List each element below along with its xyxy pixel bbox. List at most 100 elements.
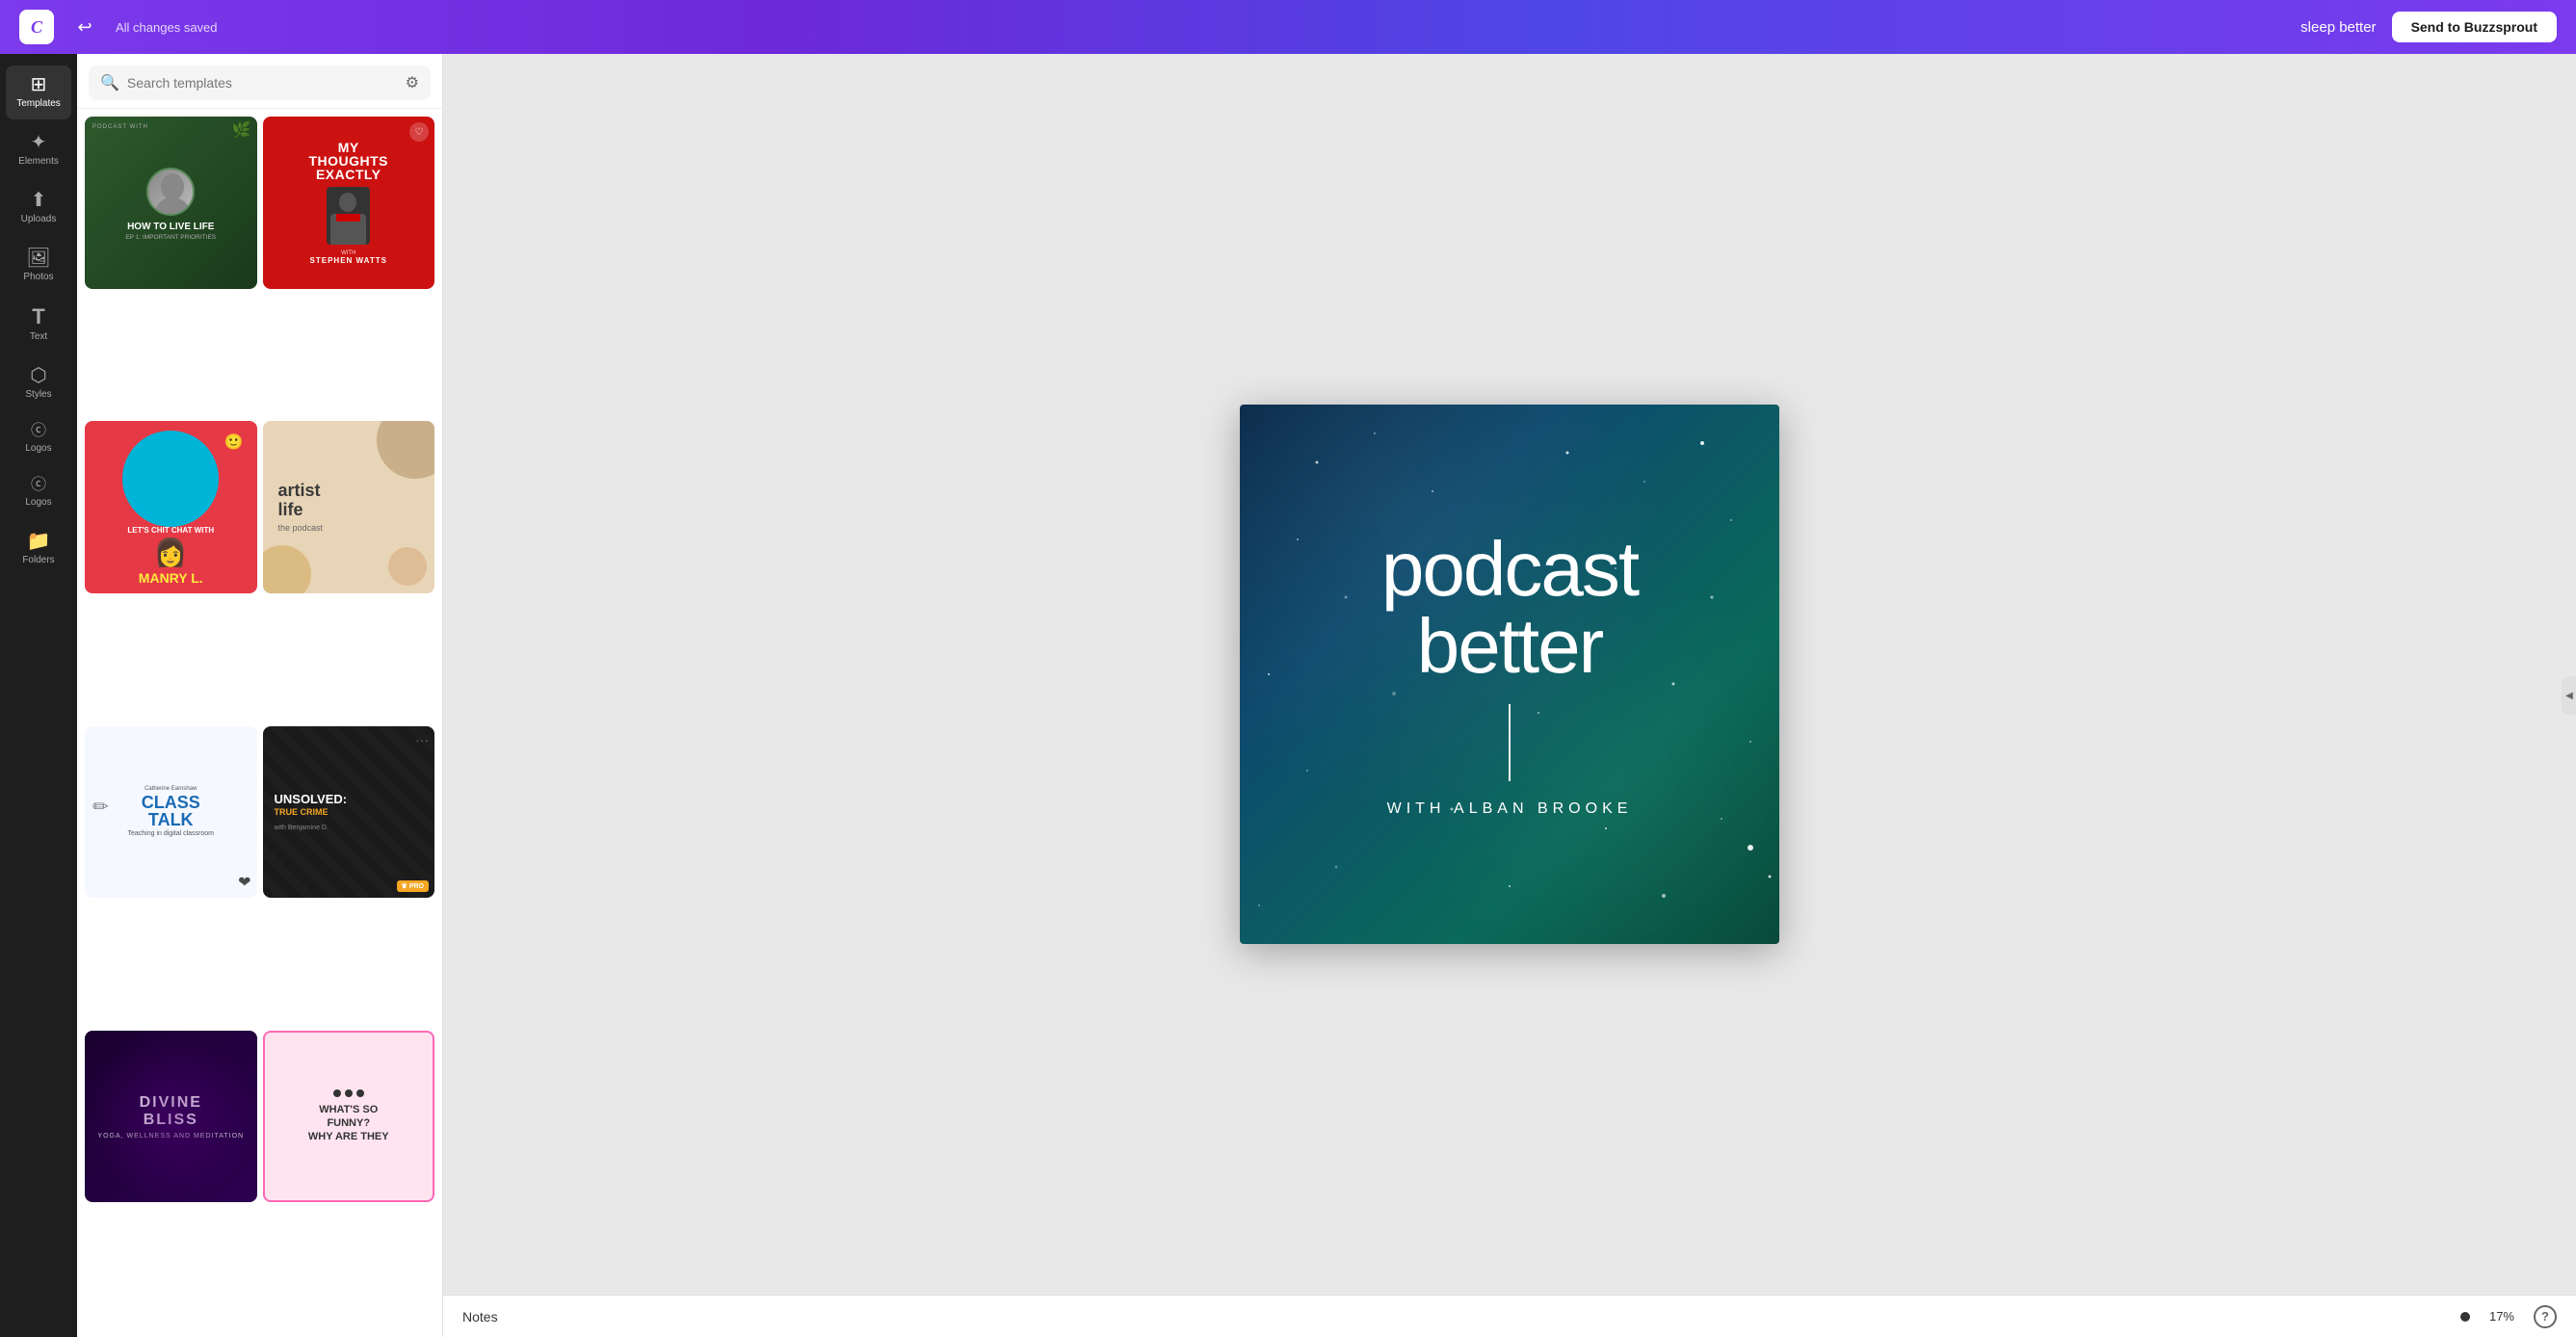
tpl-chat-title: LET'S CHIT CHAT WITH	[127, 526, 214, 535]
tpl-how-live-sub: EP 1: IMPORTANT PRIORITIES	[125, 234, 216, 241]
logos-icon: ⓒ	[31, 424, 46, 439]
tpl-podcast-badge: PODCAST WITH	[92, 124, 148, 130]
sidebar-item-elements[interactable]: ✦ Elements	[6, 123, 71, 177]
templates-panel: 🔍 ⚙ PODCAST WITH HOW TO LIVE LIFE EP 1: …	[77, 54, 443, 1337]
tpl-leaf-deco: 🌿	[232, 120, 251, 140]
podcast-canvas[interactable]: podcast better WITH ALBAN BROOKE	[1240, 405, 1779, 944]
canva-logo[interactable]: C	[19, 10, 54, 44]
search-icon: 🔍	[100, 73, 119, 92]
podcast-title-line2: better	[1417, 603, 1603, 689]
logos2-icon: ⓒ	[31, 478, 46, 493]
template-card-unsolved[interactable]: ··· UNSOLVED: TRUE CRIME with Benjamine …	[263, 726, 435, 899]
uploads-icon: ⬆	[31, 191, 47, 210]
sidebar-item-text[interactable]: T Text	[6, 297, 71, 353]
styles-icon: ⬡	[30, 366, 46, 385]
tpl-artist-blob1	[377, 421, 434, 479]
sidebar-item-elements-label: Elements	[18, 156, 59, 168]
tpl-fav-button[interactable]: ♡	[409, 122, 429, 142]
sidebar-item-logos2-label: Logos	[25, 497, 51, 509]
templates-icon: ⊞	[31, 75, 47, 94]
crown-icon: ♛	[402, 882, 407, 890]
sidebar-item-styles-label: Styles	[25, 389, 51, 401]
canvas-scroll[interactable]: podcast better WITH ALBAN BROOKE	[443, 54, 2576, 1295]
zoom-level[interactable]: 17%	[2489, 1309, 2514, 1324]
tpl-avatar	[146, 168, 195, 216]
sidebar-item-logos-label: Logos	[25, 443, 51, 455]
tpl-artist-sub: the podcast	[278, 523, 324, 533]
notes-bar: Notes 17% ?	[443, 1295, 2576, 1337]
template-card-my-thoughts[interactable]: ♡ MYTHOUGHTSEXACTLY WITH STEPHEN WATTS	[263, 117, 435, 289]
sidebar-item-uploads-label: Uploads	[21, 214, 57, 225]
podcast-divider	[1509, 704, 1511, 781]
sidebar-item-templates[interactable]: ⊞ Templates	[6, 66, 71, 119]
text-icon: T	[32, 306, 44, 328]
podcast-title[interactable]: podcast better	[1381, 531, 1638, 685]
filter-icon[interactable]: ⚙	[406, 73, 419, 92]
notes-label[interactable]: Notes	[462, 1309, 498, 1324]
tpl-dot-3	[356, 1089, 364, 1097]
header-right: sleep better Send to Buzzsprout	[2300, 12, 2557, 42]
tpl-manry-circle	[122, 431, 219, 527]
page-nav	[2460, 1312, 2470, 1322]
tpl-class-header: Catherine Earnshaw	[145, 786, 197, 792]
header-left: C ↩ All changes saved	[19, 10, 218, 44]
templates-grid: PODCAST WITH HOW TO LIVE LIFE EP 1: IMPO…	[77, 109, 442, 1337]
template-card-whats-so-funny[interactable]: WHAT'S SOFUNNY?WHY ARE THEY	[263, 1031, 435, 1203]
tpl-class-talk-title: CLASSTALK	[142, 794, 200, 828]
sidebar-item-folders[interactable]: 📁 Folders	[6, 522, 71, 576]
template-card-class-talk[interactable]: Catherine Earnshaw CLASSTALK Teaching in…	[85, 726, 257, 899]
search-input[interactable]	[127, 75, 398, 91]
podcast-subtitle[interactable]: WITH ALBAN BROOKE	[1387, 800, 1633, 818]
tpl-manry-name: MANRY L.	[139, 570, 203, 586]
tpl-smiley-icon: 🙂	[224, 433, 244, 452]
pro-label: PRO	[409, 883, 424, 890]
template-card-artist-life[interactable]: artistlife the podcast	[263, 421, 435, 593]
tpl-artist-shape	[388, 547, 427, 586]
podcast-title-line1: podcast	[1381, 526, 1638, 612]
canva-logo-mark: C	[19, 10, 54, 44]
send-to-buzzsprout-button[interactable]: Send to Buzzsprout	[2392, 12, 2557, 42]
tpl-person-silhouette	[327, 187, 370, 245]
sidebar-item-styles[interactable]: ⬡ Styles	[6, 356, 71, 410]
tpl-my-thoughts-title: MYTHOUGHTSEXACTLY	[308, 141, 388, 181]
elements-icon: ✦	[31, 133, 47, 152]
template-card-manry[interactable]: LET'S CHIT CHAT WITH 👩 MANRY L. 🙂	[85, 421, 257, 593]
sidebar-item-photos[interactable]: 🖼 Photos	[6, 239, 71, 293]
sidebar-item-logos2[interactable]: ⓒ Logos	[6, 468, 71, 518]
tpl-dot-1	[333, 1089, 341, 1097]
tpl-heart-icon: ❤	[238, 873, 250, 892]
search-input-wrap[interactable]: 🔍 ⚙	[89, 66, 431, 100]
tpl-dot-2	[345, 1089, 353, 1097]
undo-button[interactable]: ↩	[69, 12, 100, 42]
tpl-divine-glow	[85, 1031, 257, 1203]
tpl-funny-text: WHAT'S SOFUNNY?WHY ARE THEY	[308, 1103, 389, 1144]
tpl-manry-figure: 👩	[154, 537, 188, 568]
folders-icon: 📁	[27, 532, 51, 551]
tpl-pro-badge: ♛ PRO	[397, 880, 429, 892]
tpl-dots-indicator	[333, 1089, 364, 1097]
current-page-dot	[2460, 1312, 2470, 1322]
help-icon: ?	[2541, 1309, 2549, 1324]
tpl-pencil-icon: ✏	[92, 795, 109, 819]
sidebar-item-logos[interactable]: ⓒ Logos	[6, 414, 71, 464]
project-name[interactable]: sleep better	[2300, 19, 2376, 36]
sidebar-item-photos-label: Photos	[23, 272, 53, 283]
app-header: C ↩ All changes saved sleep better Send …	[0, 0, 2576, 54]
template-card-how-to-live[interactable]: PODCAST WITH HOW TO LIVE LIFE EP 1: IMPO…	[85, 117, 257, 289]
photos-icon: 🖼	[26, 249, 50, 268]
templates-search-bar: 🔍 ⚙	[77, 54, 442, 109]
main-layout: ⊞ Templates ✦ Elements ⬆ Uploads 🖼 Photo…	[0, 54, 2576, 1337]
tpl-how-live-title: HOW TO LIVE LIFE	[127, 222, 214, 232]
saved-status: All changes saved	[116, 20, 218, 35]
notes-right-controls: 17% ?	[2460, 1305, 2557, 1328]
sidebar-icons: ⊞ Templates ✦ Elements ⬆ Uploads 🖼 Photo…	[0, 54, 77, 1337]
help-button[interactable]: ?	[2534, 1305, 2557, 1328]
template-card-divine-bliss[interactable]: DIVINEBLISS YOGA, WELLNESS AND MEDITATIO…	[85, 1031, 257, 1203]
tpl-unsolved-texture	[263, 726, 435, 899]
canvas-area: ◀	[443, 54, 2576, 1337]
sidebar-item-folders-label: Folders	[22, 555, 54, 566]
sidebar-item-uploads[interactable]: ⬆ Uploads	[6, 181, 71, 235]
tpl-artist-title: artistlife	[278, 482, 321, 520]
collapse-panel-button[interactable]: ◀	[2562, 676, 2576, 715]
tpl-class-talk-sub: Teaching in digital classroom	[128, 830, 215, 837]
